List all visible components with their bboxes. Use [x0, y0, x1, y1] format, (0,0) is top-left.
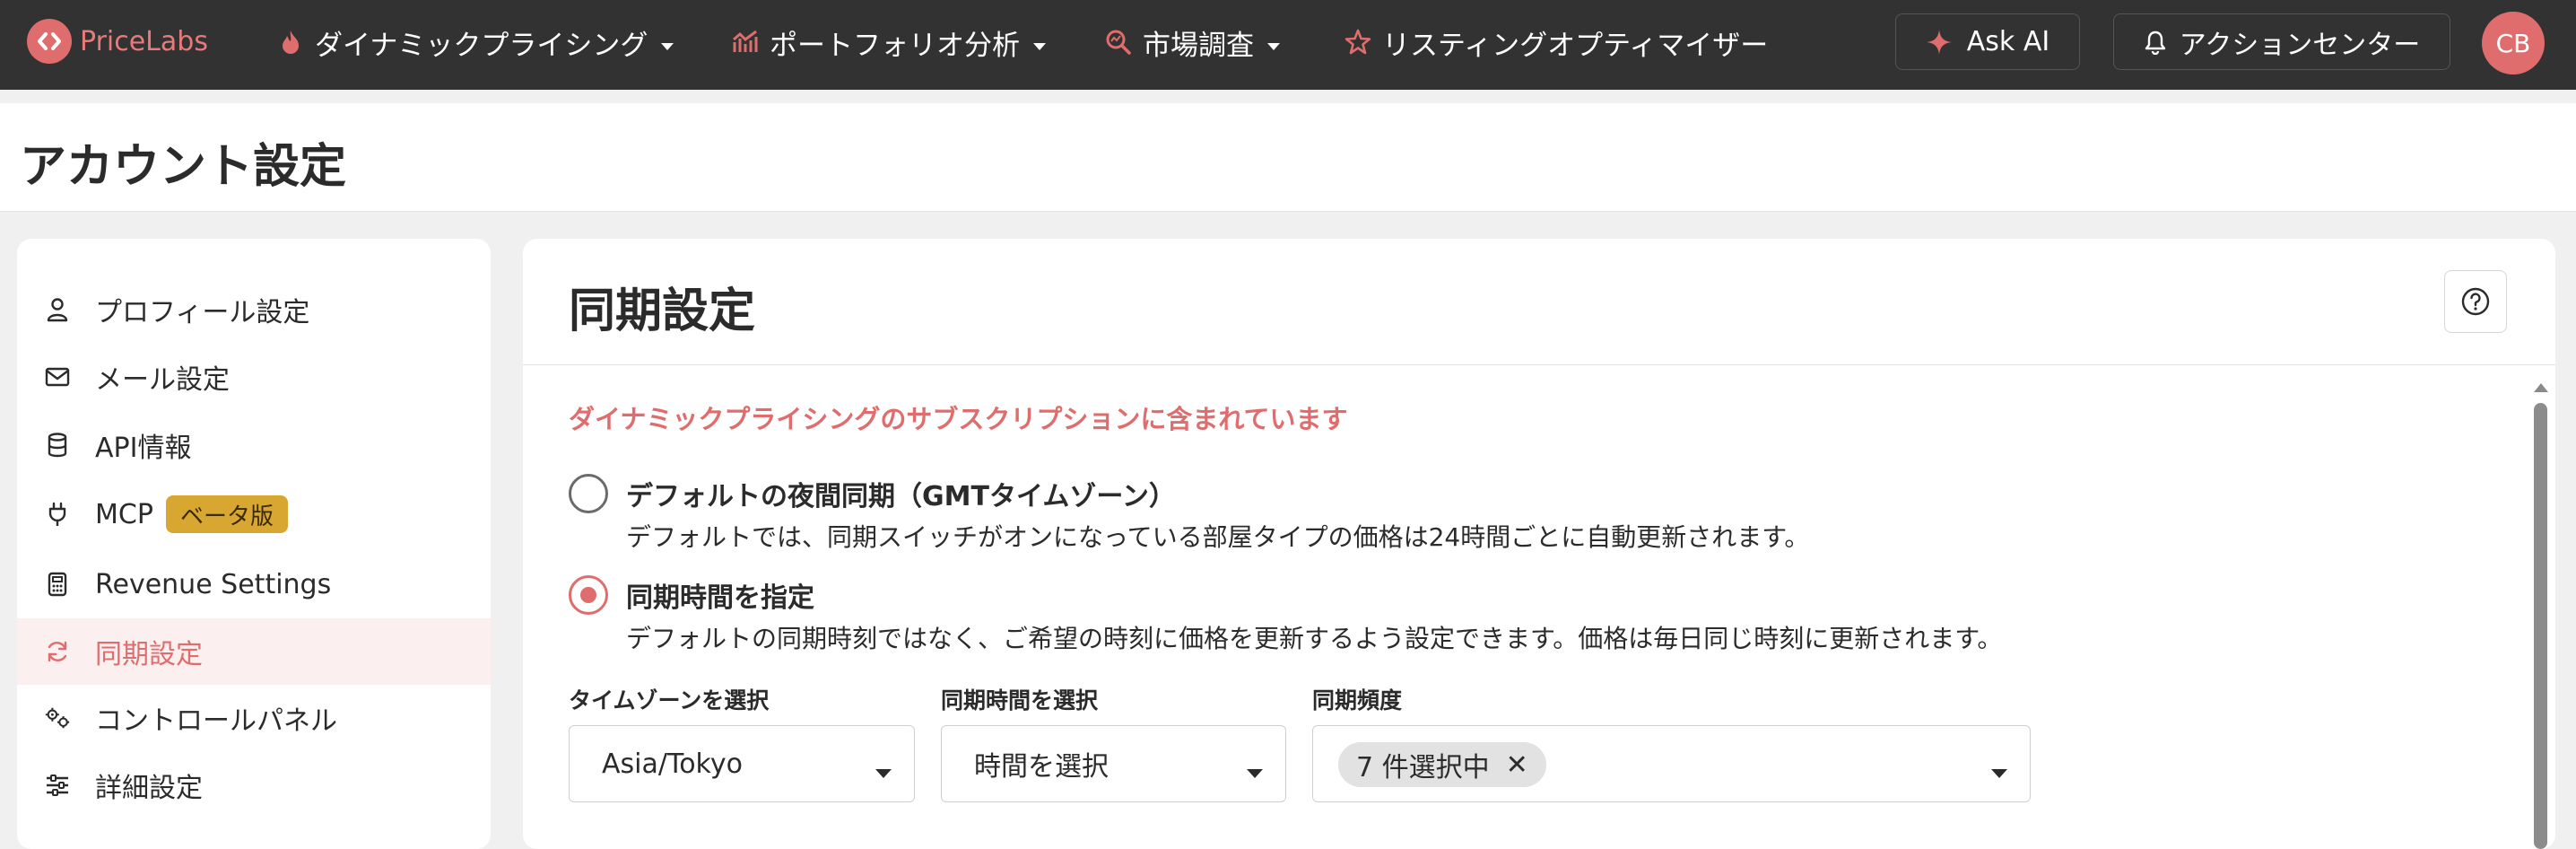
- sidebar-item-sync-settings[interactable]: 同期設定: [17, 618, 491, 685]
- beta-badge: ベータ版: [166, 495, 289, 533]
- sidebar-item-label: Revenue Settings: [95, 568, 332, 600]
- option-description-custom-sync: デフォルトの同期時刻ではなく、ご希望の時刻に価格を更新するよう設定できます。価格…: [626, 624, 2003, 653]
- sidebar-item-email[interactable]: メール設定: [17, 344, 491, 410]
- chevron-down-icon: [660, 26, 674, 58]
- sidebar-item-profile[interactable]: プロフィール設定: [17, 276, 491, 343]
- radio-default-nightly-sync[interactable]: [569, 474, 608, 513]
- flame-icon: [275, 27, 306, 57]
- bell-icon: [2145, 31, 2165, 55]
- option-description-default-sync: デフォルトでは、同期スイッチがオンになっている部屋タイプの価格は24時間ごとに自…: [626, 522, 1810, 552]
- help-button[interactable]: [2444, 270, 2507, 333]
- brand-name: PriceLabs: [80, 25, 208, 57]
- sidebar-item-label: メール設定: [95, 364, 230, 396]
- nav-portfolio-analytics[interactable]: ポートフォリオ分析: [730, 22, 1047, 63]
- plug-icon: [44, 501, 71, 528]
- scrollbar-thumb[interactable]: [2534, 403, 2547, 849]
- panel-scrollbar[interactable]: [2529, 371, 2551, 849]
- sidebar-item-label: MCP: [95, 498, 153, 530]
- scroll-up-arrow-icon[interactable]: [2534, 383, 2548, 392]
- nav-listing-optimizer[interactable]: リスティングオプティマイザー: [1343, 22, 1768, 63]
- clear-selection-icon[interactable]: ✕: [1506, 749, 1528, 781]
- nav-item-label: リスティングオプティマイザー: [1382, 29, 1769, 62]
- nav-item-label: 市場調査: [1143, 29, 1254, 62]
- nav-item-label: ダイナミックプライシング: [315, 29, 648, 62]
- help-circle-icon: [2461, 287, 2490, 316]
- radio-custom-sync-time[interactable]: [569, 575, 608, 615]
- sync-time-value: 時間を選択: [974, 751, 1109, 783]
- chevron-down-icon: [1032, 26, 1047, 58]
- ask-ai-label: Ask AI: [1966, 26, 2050, 57]
- analytics-icon: [730, 27, 761, 57]
- sync-time-label: 同期時間を選択: [941, 687, 1099, 713]
- timezone-label: タイムゾーンを選択: [569, 687, 770, 713]
- mail-icon: [44, 363, 71, 390]
- chevron-down-icon: [1990, 755, 2008, 786]
- action-center-label: アクションセンター: [2179, 29, 2421, 61]
- sliders-icon: [44, 772, 71, 799]
- sidebar-item-revenue-settings[interactable]: Revenue Settings: [17, 551, 491, 617]
- calculator-icon: [44, 571, 71, 598]
- sidebar-item-label: 同期設定: [95, 639, 203, 670]
- sidebar-item-api[interactable]: API情報: [17, 412, 491, 478]
- nav-dynamic-pricing[interactable]: ダイナミックプライシング: [275, 22, 674, 63]
- timezone-value: Asia/Tokyo: [602, 748, 743, 780]
- nav-market-research[interactable]: 市場調査: [1103, 22, 1281, 63]
- subscription-note: ダイナミックプライシングのサブスクリプションに含まれています: [569, 404, 1348, 434]
- logo-mark-icon: [27, 19, 72, 64]
- panel-divider: [523, 364, 2555, 365]
- chevron-down-icon: [875, 755, 892, 786]
- sync-frequency-select[interactable]: 7 件選択中 ✕: [1312, 725, 2031, 802]
- sidebar-item-label: API情報: [95, 433, 192, 464]
- selected-count-chip: 7 件選択中 ✕: [1338, 742, 1546, 787]
- user-avatar[interactable]: CB: [2482, 12, 2545, 74]
- chevron-down-icon: [1246, 755, 1264, 786]
- sidebar-item-label: プロフィール設定: [95, 297, 310, 328]
- timezone-select[interactable]: Asia/Tokyo: [569, 725, 915, 802]
- sync-settings-panel: 同期設定 ダイナミックプライシングのサブスクリプションに含まれています デフォル…: [523, 239, 2555, 849]
- market-search-icon: [1103, 27, 1134, 57]
- sidebar-item-label: 詳細設定: [95, 773, 203, 804]
- database-icon: [44, 432, 71, 459]
- chip-label: 7 件選択中: [1356, 752, 1490, 783]
- pricelabs-logo[interactable]: PriceLabs: [27, 19, 208, 64]
- page-header: アカウント設定: [0, 103, 2576, 212]
- option-title-default-sync[interactable]: デフォルトの夜間同期（GMTタイムゾーン）: [626, 474, 1176, 513]
- sidebar-item-label: コントロールパネル: [95, 705, 337, 737]
- gears-icon: [44, 705, 71, 731]
- sync-time-select[interactable]: 時間を選択: [941, 725, 1286, 802]
- ask-ai-button[interactable]: Ask AI: [1895, 13, 2080, 70]
- panel-title: 同期設定: [569, 284, 756, 338]
- sidebar-item-control-panel[interactable]: コントロールパネル: [17, 685, 491, 751]
- sidebar-item-mcp[interactable]: MCP ベータ版: [17, 481, 491, 547]
- chevron-down-icon: [1266, 26, 1281, 58]
- star-optimizer-icon: [1343, 27, 1373, 57]
- settings-sidebar: プロフィール設定 メール設定 API情報 MCP ベータ版 Revenue Se…: [17, 239, 491, 849]
- top-navigation-bar: PriceLabs ダイナミックプライシング ポートフォリオ分析 市場調査 リス…: [0, 0, 2576, 90]
- user-icon: [44, 296, 71, 323]
- option-title-custom-sync[interactable]: 同期時間を指定: [626, 575, 814, 615]
- sparkle-icon: [1926, 29, 1952, 55]
- page-title: アカウント設定: [20, 140, 347, 194]
- sync-frequency-label: 同期頻度: [1312, 687, 1403, 713]
- sync-icon: [44, 638, 71, 665]
- sidebar-item-advanced-settings[interactable]: 詳細設定: [17, 752, 491, 818]
- nav-item-label: ポートフォリオ分析: [770, 29, 1020, 62]
- action-center-button[interactable]: アクションセンター: [2113, 13, 2450, 70]
